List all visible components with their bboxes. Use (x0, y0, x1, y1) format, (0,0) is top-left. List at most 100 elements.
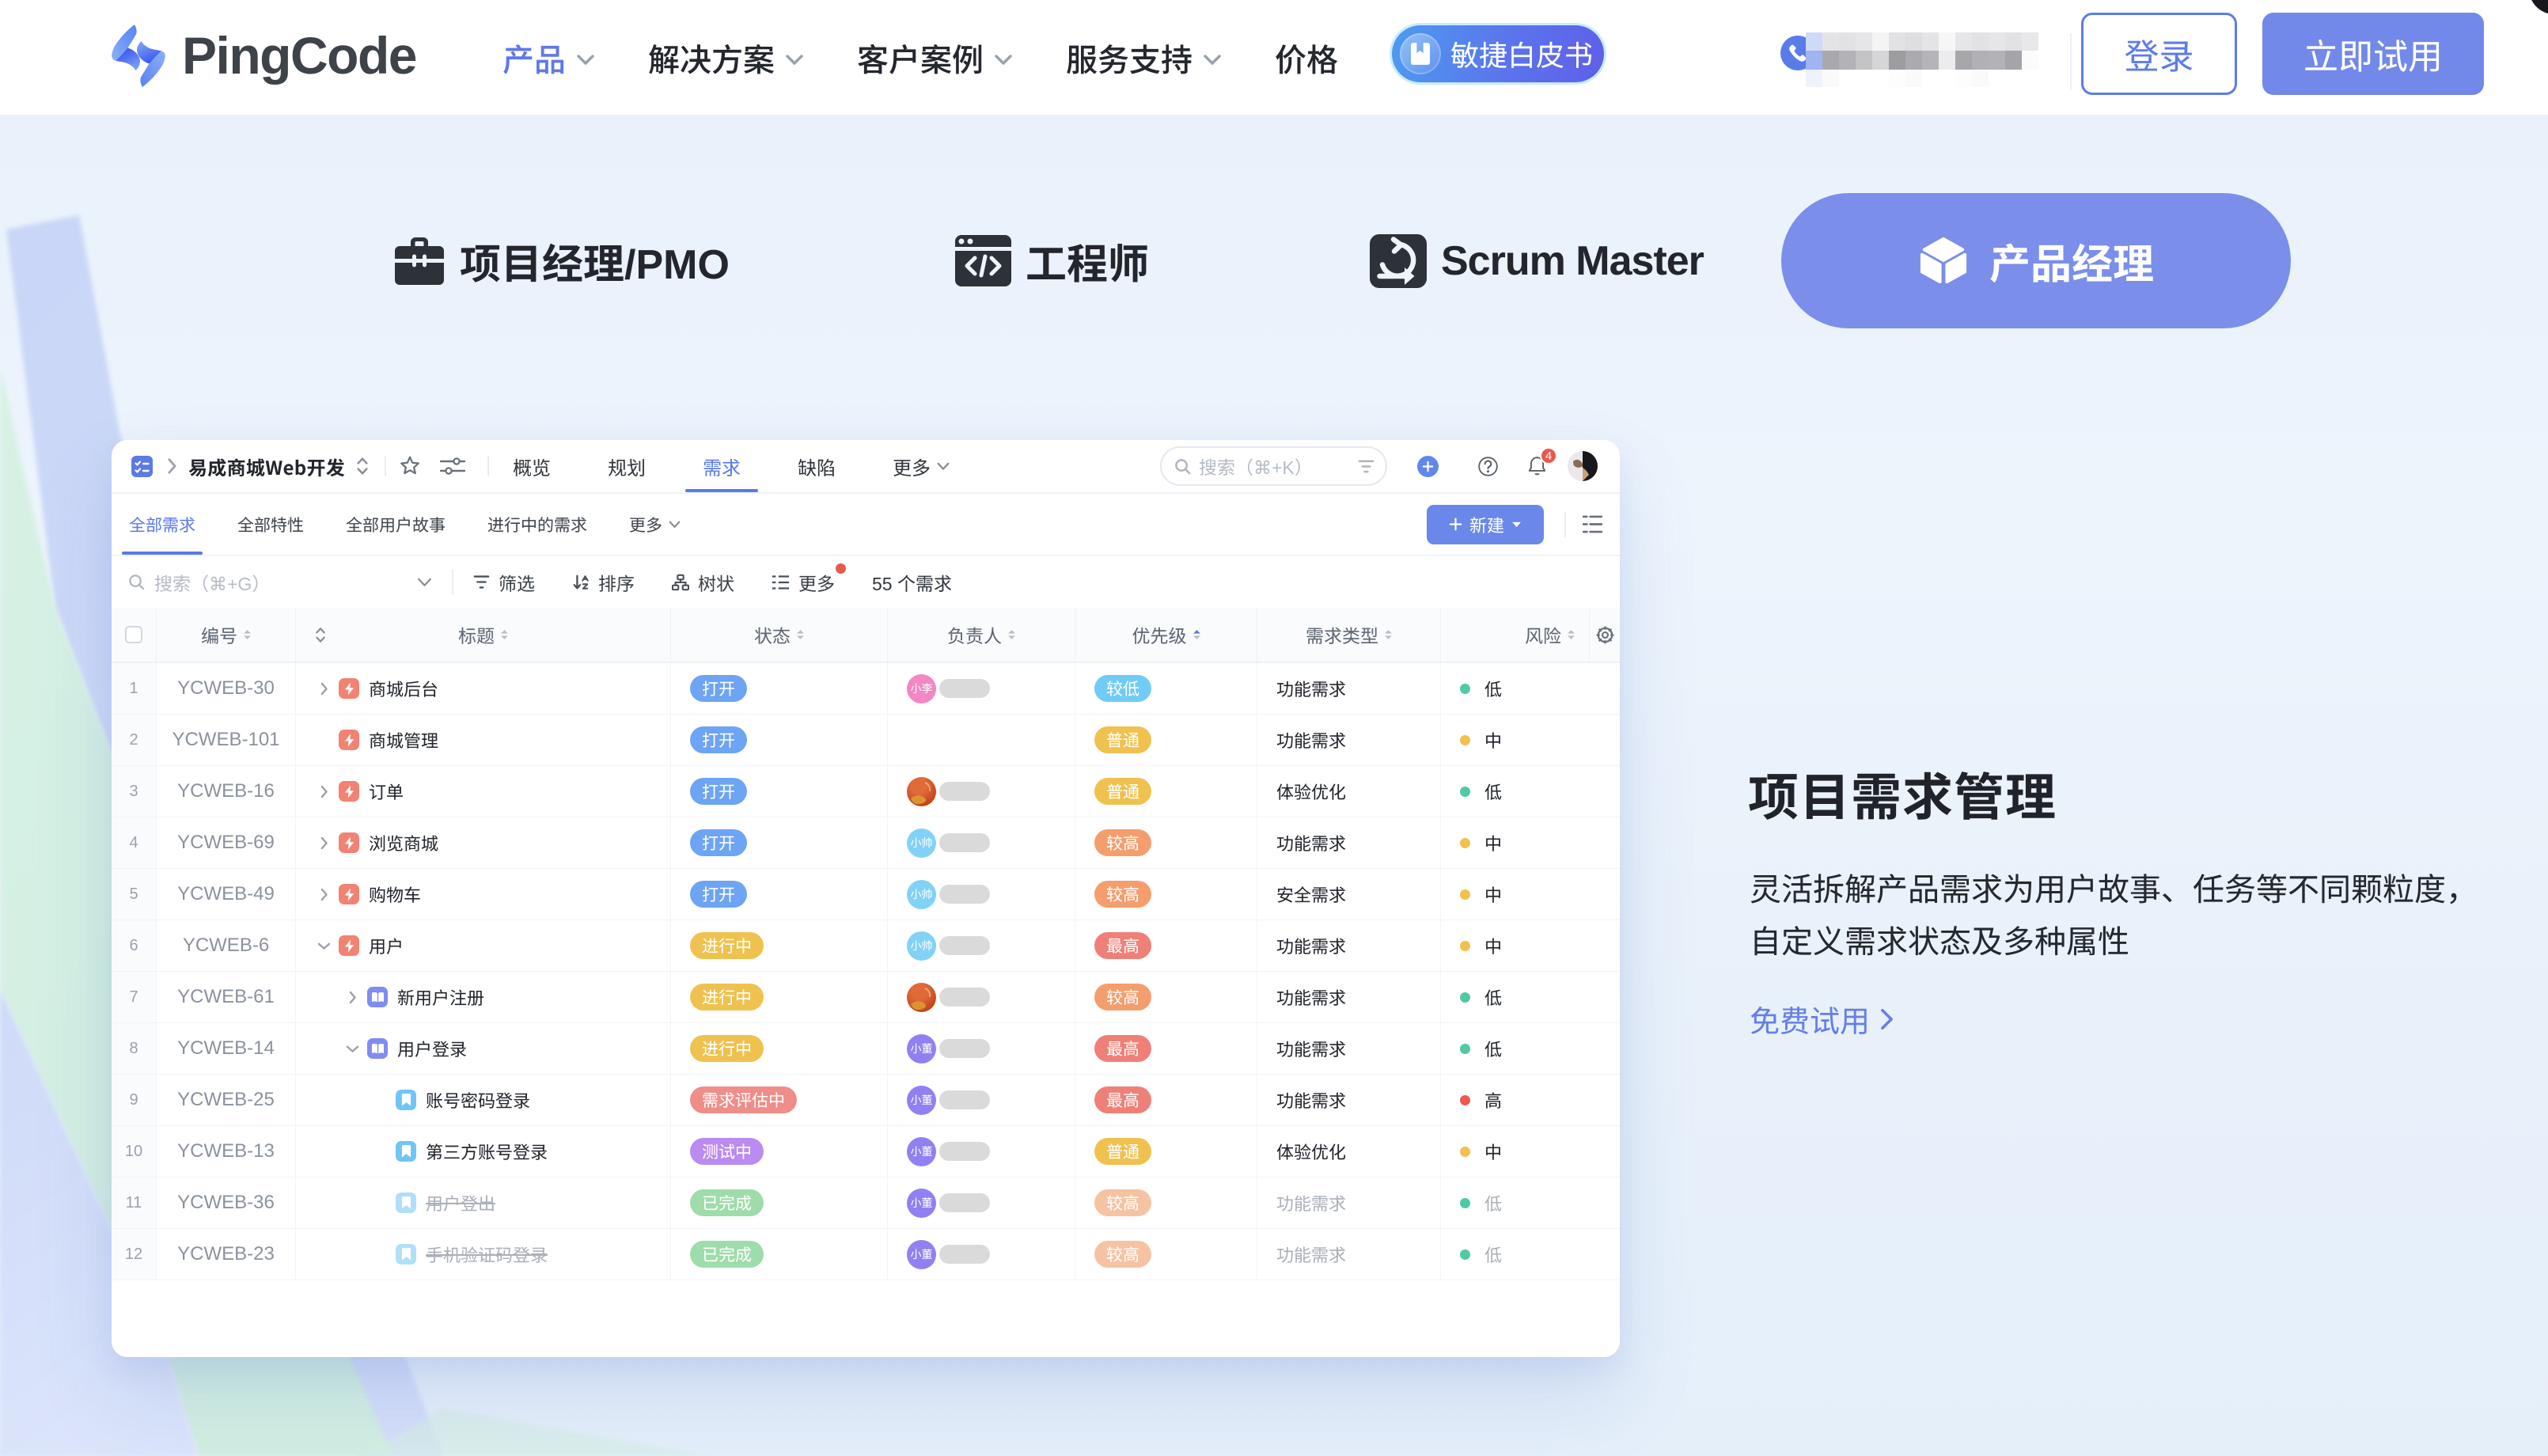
table-row[interactable]: 8YCWEB-14用户登录进行中小董最高功能需求低 (112, 1023, 1620, 1075)
table-row[interactable]: 6YCWEB-6用户进行中小帅最高功能需求中 (112, 920, 1620, 972)
list-search-input[interactable]: 搜索（⌘+G） (128, 569, 432, 596)
row-title[interactable]: 浏览商城 (369, 830, 438, 855)
priority-cell: 较低 (1075, 663, 1257, 714)
ftab-all-features[interactable]: 全部特性 (237, 494, 304, 555)
row-title[interactable]: 订单 (369, 779, 404, 804)
row-title[interactable]: 第三方账号登录 (426, 1139, 548, 1164)
ftab-all-user-stories[interactable]: 全部用户故事 (346, 494, 446, 555)
expand-toggle[interactable] (315, 888, 332, 901)
risk-dot (1460, 735, 1470, 745)
tab-overview[interactable]: 概览 (513, 440, 551, 492)
ftab-more[interactable]: 更多 (629, 494, 681, 555)
role-tab-product-manager[interactable]: 产品经理 (1781, 193, 2291, 328)
expand-toggle[interactable] (315, 785, 332, 798)
role-tab-scrum-master[interactable]: Scrum Master (1370, 193, 1704, 328)
row-id: YCWEB-69 (157, 817, 296, 868)
row-title[interactable]: 用户登录 (397, 1036, 467, 1061)
expand-chevron-icon[interactable] (320, 888, 328, 901)
nav-item-pricing[interactable]: 价格 (1275, 35, 1338, 81)
action-label: 树状 (698, 569, 734, 596)
role-tab-engineer[interactable]: 工程师 (955, 193, 1149, 328)
table-row[interactable]: 3YCWEB-16订单打开普通体验优化低 (112, 766, 1620, 817)
table-row[interactable]: 2YCWEB-101商城管理打开普通功能需求中 (112, 715, 1620, 766)
tab-requirements[interactable]: 需求 (703, 440, 741, 492)
select-all[interactable] (112, 608, 157, 662)
column-settings[interactable] (1590, 608, 1620, 662)
tab-planning[interactable]: 规划 (608, 440, 646, 492)
project-switch-icon[interactable] (356, 456, 369, 476)
user-avatar[interactable] (1568, 451, 1598, 481)
expand-chevron-icon[interactable] (320, 785, 328, 798)
risk-dot (1460, 787, 1470, 797)
column-header-title[interactable]: 标题 (296, 608, 671, 662)
expand-chevron-icon[interactable] (320, 836, 328, 850)
row-title[interactable]: 账号密码登录 (426, 1087, 530, 1113)
expand-chevron-icon[interactable] (348, 991, 357, 1004)
column-header-risk[interactable]: 风险 (1441, 608, 1590, 662)
expand-toggle[interactable] (315, 836, 332, 850)
table-row[interactable]: 9YCWEB-25账号密码登录需求评估中小董最高功能需求高 (112, 1075, 1620, 1126)
collapse-toggle[interactable] (343, 1045, 361, 1053)
expand-toggle[interactable] (315, 682, 332, 696)
expand-toggle[interactable] (343, 991, 361, 1004)
table-row[interactable]: 4YCWEB-69浏览商城打开小帅较高功能需求中 (112, 817, 1620, 869)
row-title[interactable]: 商城后台 (369, 676, 438, 701)
row-title[interactable]: 商城管理 (369, 727, 438, 753)
table-row[interactable]: 12YCWEB-23手机验证码登录已完成小董较高功能需求低 (112, 1229, 1620, 1280)
table-row[interactable]: 5YCWEB-49购物车打开小帅较高安全需求中 (112, 869, 1620, 920)
whitepaper-pill-button[interactable]: 敏捷白皮书 (1392, 25, 1604, 82)
column-header-id[interactable]: 编号 (157, 608, 296, 662)
collapse-chevron-icon[interactable] (346, 1045, 359, 1053)
row-title[interactable]: 用户 (369, 933, 404, 958)
table-row[interactable]: 11YCWEB-36用户登出已完成小董较高功能需求低 (112, 1177, 1620, 1229)
role-tab-project-manager[interactable]: 项目经理/PMO (393, 193, 730, 328)
login-button[interactable]: 登录 (2081, 13, 2237, 95)
filter-action[interactable]: 筛选 (473, 569, 535, 596)
table-row[interactable]: 1YCWEB-30商城后台打开小李较低功能需求低 (112, 663, 1620, 715)
new-button[interactable]: 新建 (1427, 505, 1544, 544)
column-header-status[interactable]: 状态 (671, 608, 888, 662)
nav-item-support[interactable]: 服务支持 (1066, 35, 1221, 81)
row-title[interactable]: 手机验证码登录 (426, 1242, 548, 1267)
gear-icon[interactable] (1595, 625, 1615, 645)
risk-dot (1460, 992, 1470, 1003)
column-header-priority[interactable]: 优先级 (1075, 608, 1257, 662)
create-button[interactable] (1417, 456, 1439, 477)
nav-item-products[interactable]: 产品 (502, 35, 594, 81)
table-row[interactable]: 10YCWEB-13第三方账号登录测试中小董普通体验优化中 (112, 1126, 1620, 1177)
pingcode-logo[interactable]: PingCode (111, 22, 416, 89)
expand-chevron-icon[interactable] (320, 682, 328, 696)
select-all-checkbox[interactable] (125, 626, 142, 643)
sliders-icon[interactable] (440, 455, 465, 477)
ftab-in-progress[interactable]: 进行中的需求 (487, 494, 587, 555)
substory-bookmark-icon (401, 1145, 411, 1158)
view-switch-icon[interactable] (1583, 515, 1602, 533)
tab-more[interactable]: 更多 (893, 440, 950, 492)
collapse-toggle[interactable] (315, 942, 332, 950)
row-title[interactable]: 购物车 (369, 882, 421, 907)
ftab-all-requirements[interactable]: 全部需求 (129, 494, 195, 555)
more-action[interactable]: 更多 (772, 569, 835, 596)
nav-item-solutions[interactable]: 解决方案 (648, 35, 803, 81)
mosaic-block (1922, 70, 1939, 87)
notifications[interactable]: 4 (1527, 456, 1547, 476)
column-header-assignee[interactable]: 负责人 (888, 608, 1075, 662)
nav-item-customers[interactable]: 客户案例 (857, 35, 1012, 81)
app-window: 易成商城Web开发 概览 规划 需求 缺陷 更多 搜索（⌘+K） (112, 440, 1620, 1357)
row-title[interactable]: 用户登出 (426, 1190, 495, 1215)
star-icon[interactable] (399, 455, 421, 477)
sort-action[interactable]: 排序 (572, 569, 635, 596)
project-title[interactable]: 易成商城Web开发 (188, 453, 345, 480)
row-title[interactable]: 新用户注册 (397, 984, 484, 1010)
help-icon[interactable] (1477, 456, 1499, 477)
try-now-button[interactable]: 立即试用 (2262, 13, 2484, 95)
free-trial-link[interactable]: 免费试用 (1750, 997, 1894, 1041)
expand-all-icon[interactable] (315, 626, 326, 644)
table-row[interactable]: 7YCWEB-61新用户注册进行中较高功能需求低 (112, 972, 1620, 1023)
tab-defects[interactable]: 缺陷 (798, 440, 836, 492)
column-header-reqtype[interactable]: 需求类型 (1257, 608, 1441, 662)
collapse-chevron-icon[interactable] (317, 942, 331, 950)
global-search-input[interactable]: 搜索（⌘+K） (1160, 446, 1387, 486)
risk-label: 低 (1484, 1242, 1502, 1267)
tree-action[interactable]: 树状 (672, 569, 734, 596)
